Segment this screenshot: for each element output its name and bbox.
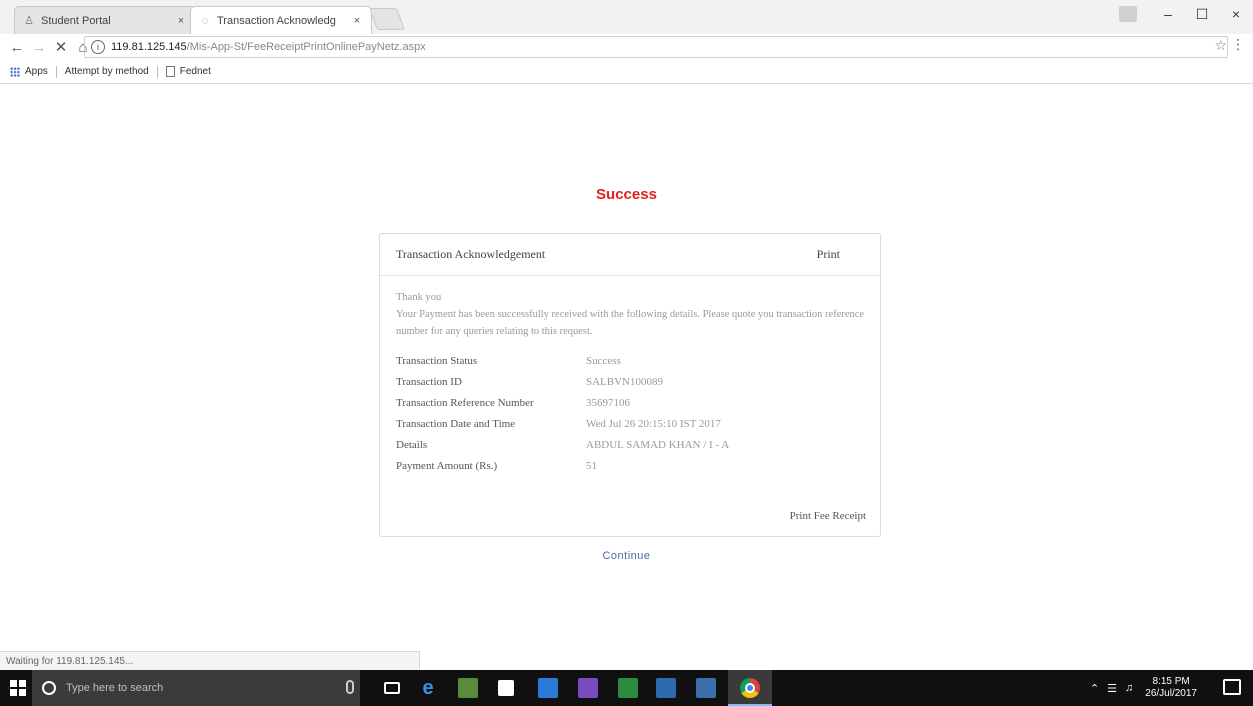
page-icon (165, 66, 175, 77)
bookmark-apps[interactable]: Apps (10, 66, 48, 77)
bookmark-label: Attempt by method (64, 66, 149, 77)
detail-label: Payment Amount (Rs.) (396, 459, 498, 472)
detail-row: Transaction Status Success (396, 350, 864, 371)
volume-icon[interactable]: ♫ (1125, 682, 1133, 694)
detail-value: 51 (586, 459, 597, 472)
stop-loading-icon[interactable]: ✕ (50, 38, 72, 56)
bookmark-label: Fednet (179, 66, 211, 77)
browser-toolbar: ← → ✕ ⌂ i 119.81.125.145/Mis-App-St/FeeR… (0, 34, 1253, 60)
taskbar-clock[interactable]: 8:15 PM 26/Jul/2017 (1145, 676, 1197, 700)
detail-row: Transaction Reference Number 35697106 (396, 392, 864, 413)
profile-icon[interactable] (1119, 6, 1137, 22)
loading-spinner-icon: ◌ (201, 14, 209, 27)
task-view-icon[interactable] (384, 682, 400, 694)
detail-label: Transaction Status (396, 354, 478, 367)
thank-you-text: Thank you (396, 292, 442, 303)
bookmark-star-icon[interactable]: ☆ (1214, 37, 1227, 54)
visual-studio-icon[interactable] (578, 678, 598, 698)
bookmarks-bar: Apps Attempt by method Fednet (0, 60, 1253, 84)
store-bag-icon[interactable] (498, 680, 514, 696)
chrome-icon (740, 678, 760, 698)
detail-label: Transaction Date and Time (396, 417, 516, 430)
bookmark-separator (55, 65, 57, 78)
clock-time: 8:15 PM (1152, 676, 1190, 687)
card-title: Transaction Acknowledgement (396, 247, 546, 261)
bookmark-attempt-by-method[interactable]: Attempt by method (65, 66, 149, 77)
print-link[interactable]: Print (817, 247, 840, 262)
detail-row: Payment Amount (Rs.) 51 (396, 455, 864, 476)
forward-arrow-icon[interactable]: → (28, 39, 50, 56)
photos-app-icon[interactable] (656, 678, 676, 698)
continue-link-text[interactable]: Continue (602, 550, 650, 562)
menu-dots-icon[interactable]: ⋮ (1231, 36, 1245, 53)
url-path: /Mis-App-St/FeeReceiptPrintOnlinePayNetz… (186, 41, 426, 53)
tab-strip: ♙ Student Portal × ◌ Transaction Acknowl… (0, 0, 1253, 34)
tools-icon[interactable] (538, 678, 558, 698)
apps-grid-icon (10, 66, 20, 77)
spreadsheet-app-icon[interactable] (618, 678, 638, 698)
bookmark-label: Apps (25, 66, 48, 77)
card-header: Transaction Acknowledgement Print (380, 234, 880, 276)
action-center-icon[interactable] (1223, 679, 1241, 695)
chevron-up-icon[interactable]: ⌃ (1090, 682, 1099, 695)
detail-row: Details ABDUL SAMAD KHAN / I - A (396, 434, 864, 455)
microphone-icon[interactable] (346, 680, 354, 694)
detail-label: Transaction ID (396, 375, 462, 388)
status-bar: Waiting for 119.81.125.145... (0, 651, 420, 670)
detail-value: ABDUL SAMAD KHAN / I - A (586, 438, 730, 451)
cortana-icon (42, 681, 56, 695)
detail-label: Transaction Reference Number (396, 396, 534, 409)
new-tab-button[interactable] (368, 8, 406, 30)
close-window-button[interactable]: × (1219, 6, 1253, 22)
window-controls: – ☐ × (1119, 0, 1253, 28)
tab-transaction-acknowledgement[interactable]: ◌ Transaction Acknowledg × (190, 6, 372, 34)
card-body: Thank you Your Payment has been successf… (380, 276, 880, 476)
search-placeholder: Type here to search (66, 682, 164, 694)
windows-start-icon[interactable] (10, 680, 26, 696)
payment-message: Your Payment has been successfully recei… (396, 309, 865, 337)
tab-label: Transaction Acknowledg (217, 14, 336, 27)
tab-label: Student Portal (41, 14, 111, 27)
network-icon[interactable]: ☰ (1107, 682, 1117, 695)
continue-link: Continue (0, 550, 1253, 562)
detail-value: Wed Jul 26 20:15:10 IST 2017 (586, 417, 721, 430)
edge-browser-icon[interactable]: e (418, 678, 438, 698)
transaction-details: Transaction Status Success Transaction ID… (396, 350, 864, 476)
bookmark-separator (156, 65, 158, 78)
minecraft-icon[interactable] (458, 678, 478, 698)
close-icon[interactable]: × (351, 15, 363, 27)
print-fee-receipt-link[interactable]: Print Fee Receipt (790, 510, 866, 522)
detail-value: SALBVN100089 (586, 375, 664, 388)
detail-row: Transaction Date and Time Wed Jul 26 20:1… (396, 413, 864, 434)
transaction-card: Transaction Acknowledgement Print Thank … (379, 233, 881, 537)
site-info-icon[interactable]: i (91, 40, 105, 54)
bookmark-fednet[interactable]: Fednet (165, 66, 211, 77)
detail-row: Transaction ID SALBVN100089 (396, 371, 864, 392)
minimize-button[interactable]: – (1151, 6, 1185, 22)
detail-value: 35697106 (586, 396, 630, 409)
close-icon[interactable]: × (175, 15, 187, 27)
windows-taskbar: Type here to search e ⌃ ☰ ♫ 8:15 PM 26/J… (0, 670, 1253, 706)
system-tray: ⌃ ☰ ♫ 8:15 PM 26/Jul/2017 (1090, 676, 1197, 700)
detail-label: Details (396, 438, 428, 451)
address-bar[interactable]: i 119.81.125.145/Mis-App-St/FeeReceiptPr… (84, 36, 1228, 58)
detail-value: Success (586, 354, 621, 367)
back-arrow-icon[interactable]: ← (6, 39, 28, 56)
app-icon[interactable] (696, 678, 716, 698)
taskbar-search[interactable]: Type here to search (32, 670, 360, 706)
maximize-button[interactable]: ☐ (1185, 6, 1219, 23)
user-favicon-icon: ♙ (24, 14, 34, 27)
tab-student-portal[interactable]: ♙ Student Portal × (14, 6, 196, 34)
clock-date: 26/Jul/2017 (1145, 688, 1197, 699)
success-heading: Success (596, 186, 657, 203)
url-host: 119.81.125.145 (111, 41, 187, 53)
